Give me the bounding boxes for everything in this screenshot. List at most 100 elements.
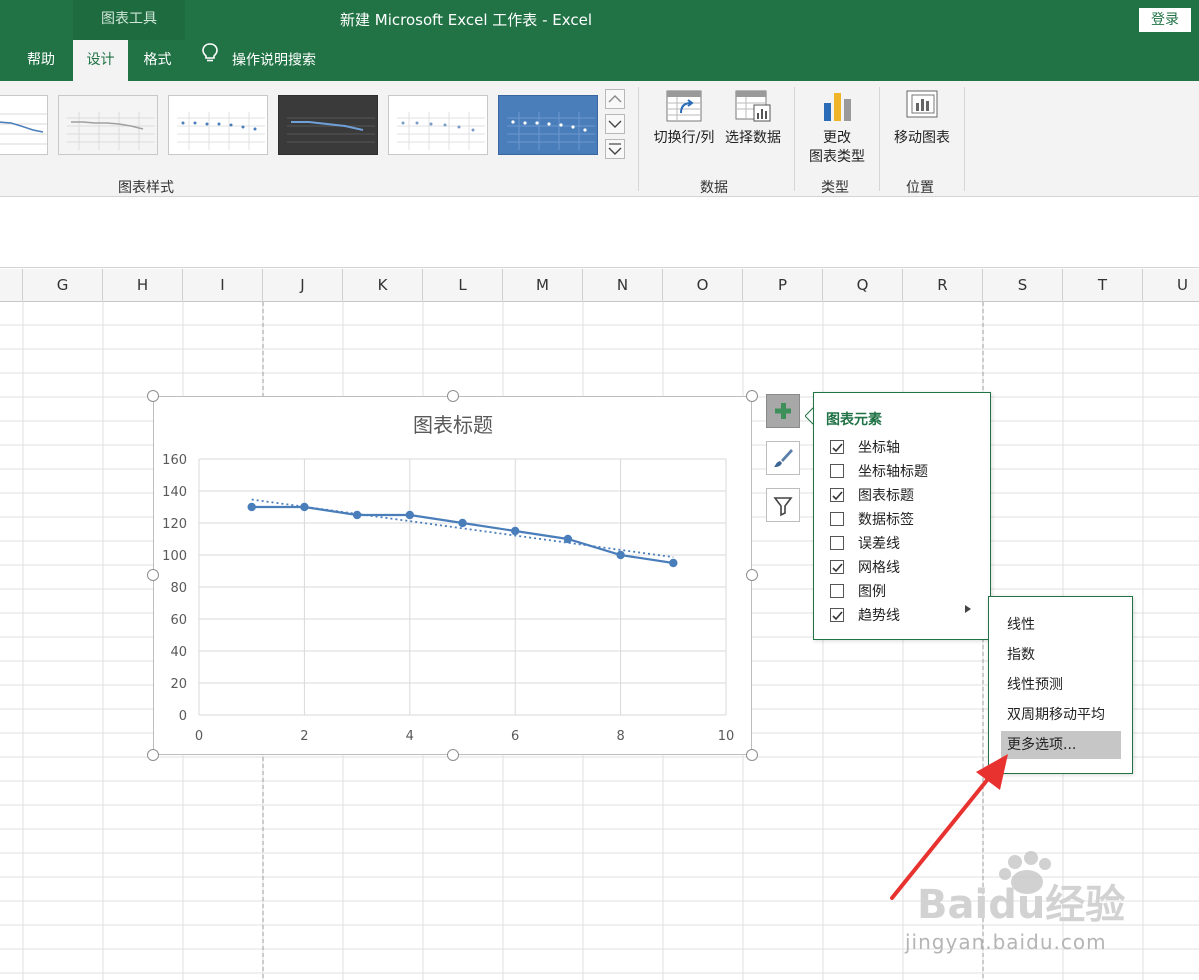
menu-item-exponential[interactable]: 指数: [1001, 641, 1121, 669]
checkbox-unchecked[interactable]: [830, 584, 844, 598]
chart-object[interactable]: 图表标题 0 20 40 60 80 100 120 140 160 0 2 4 6 8 10: [153, 396, 752, 755]
resize-handle[interactable]: [746, 569, 758, 581]
data-point: [352, 510, 362, 520]
gallery-scroll-up-button[interactable]: [605, 89, 625, 109]
group-label-data: 数据: [700, 180, 728, 196]
x-tick-label: 10: [718, 729, 735, 744]
plus-icon: [775, 403, 791, 419]
column-header[interactable]: J: [263, 269, 343, 302]
data-point: [669, 558, 678, 568]
option-trendline[interactable]: 趋势线: [830, 605, 900, 625]
option-data-labels[interactable]: 数据标签: [830, 509, 914, 529]
switch-row-column-label: 切换行/列: [653, 130, 715, 146]
column-header[interactable]: S: [983, 269, 1063, 302]
group-label-type: 类型: [821, 180, 849, 196]
tab-help[interactable]: 帮助: [12, 40, 70, 81]
column-header[interactable]: [0, 269, 23, 302]
y-tick-label: 40: [170, 645, 187, 660]
data-point: [458, 518, 467, 528]
y-tick-label: 0: [179, 709, 187, 724]
resize-handle[interactable]: [147, 569, 159, 581]
chart-elements-title: 图表元素: [826, 412, 882, 428]
checkbox-checked[interactable]: [830, 440, 844, 454]
resize-handle[interactable]: [447, 390, 459, 402]
chart-style-thumbnail[interactable]: [168, 95, 268, 155]
column-header[interactable]: T: [1063, 269, 1143, 302]
checkbox-checked[interactable]: [830, 488, 844, 502]
column-header[interactable]: N: [583, 269, 663, 302]
option-label: 误差线: [858, 536, 900, 552]
column-header[interactable]: R: [903, 269, 983, 302]
checkbox-unchecked[interactable]: [830, 512, 844, 526]
gallery-scroll-down-button[interactable]: [605, 114, 625, 134]
ribbon-tab-row: 帮助 设计 格式 操作说明搜索: [0, 40, 1199, 81]
menu-item-moving-average[interactable]: 双周期移动平均: [1001, 701, 1121, 729]
checkbox-unchecked[interactable]: [830, 536, 844, 550]
option-axes[interactable]: 坐标轴: [830, 437, 900, 457]
chart-style-thumbnail[interactable]: [498, 95, 598, 155]
watermark-url: jingyan.baidu.com: [905, 930, 1107, 954]
y-tick-label: 140: [162, 485, 187, 500]
chart-elements-button[interactable]: [766, 394, 800, 428]
resize-handle[interactable]: [147, 390, 159, 402]
column-header[interactable]: P: [743, 269, 823, 302]
option-error-bars[interactable]: 误差线: [830, 533, 900, 553]
watermark-brand: Baidu经验: [917, 882, 1125, 928]
chart-style-thumbnail[interactable]: [58, 95, 158, 155]
y-tick-label: 160: [162, 453, 187, 468]
change-chart-type-button[interactable]: 更改 图表类型: [804, 89, 870, 167]
y-tick-label: 20: [170, 677, 187, 692]
submenu-arrow-icon[interactable]: [964, 604, 972, 614]
chart-title[interactable]: 图表标题: [413, 413, 493, 437]
column-header[interactable]: O: [663, 269, 743, 302]
tab-design[interactable]: 设计: [73, 40, 128, 81]
data-point: [300, 502, 309, 512]
column-header[interactable]: Q: [823, 269, 903, 302]
move-chart-button[interactable]: 移动图表: [888, 89, 956, 148]
x-tick-label: 6: [511, 729, 519, 744]
tab-format[interactable]: 格式: [130, 40, 185, 81]
login-button[interactable]: 登录: [1139, 8, 1191, 32]
option-label: 图例: [858, 584, 886, 600]
resize-handle[interactable]: [746, 749, 758, 761]
select-data-button[interactable]: 选择数据: [720, 89, 786, 148]
chart-style-thumbnail[interactable]: [0, 95, 48, 155]
checkbox-checked[interactable]: [830, 560, 844, 574]
menu-item-linear-forecast[interactable]: 线性预测: [1001, 671, 1121, 699]
formula-bar[interactable]: [0, 198, 1199, 268]
option-gridlines[interactable]: 网格线: [830, 557, 900, 577]
y-tick-label: 60: [170, 613, 187, 628]
resize-handle[interactable]: [746, 390, 758, 402]
checkbox-unchecked[interactable]: [830, 464, 844, 478]
column-header[interactable]: M: [503, 269, 583, 302]
column-header[interactable]: U: [1143, 269, 1199, 302]
switch-row-column-button[interactable]: 切换行/列: [650, 89, 718, 148]
option-axis-titles[interactable]: 坐标轴标题: [830, 461, 928, 481]
data-point: [563, 534, 573, 544]
chart-style-thumbnail[interactable]: [388, 95, 488, 155]
resize-handle[interactable]: [147, 749, 159, 761]
x-tick-label: 8: [616, 729, 624, 744]
tell-me-search[interactable]: 操作说明搜索: [200, 40, 316, 81]
column-header[interactable]: I: [183, 269, 263, 302]
chart-style-thumbnail[interactable]: [278, 95, 378, 155]
column-header[interactable]: G: [23, 269, 103, 302]
baidu-jingyan-watermark: Baidu经验: [917, 851, 1125, 928]
window-title: 新建 Microsoft Excel 工作表 - Excel: [340, 11, 592, 29]
group-label-location: 位置: [906, 180, 934, 196]
move-chart-icon: [906, 90, 938, 118]
gallery-more-button[interactable]: [605, 139, 625, 159]
checkbox-checked[interactable]: [830, 608, 844, 622]
column-header[interactable]: L: [423, 269, 503, 302]
group-label-chart-styles: 图表样式: [118, 180, 174, 196]
scatter-chart: 图表标题 0 20 40 60 80 100 120 140 160 0 2 4 6 8 10: [162, 413, 735, 744]
menu-item-linear[interactable]: 线性: [1001, 611, 1121, 639]
option-legend[interactable]: 图例: [830, 581, 886, 601]
chart-filters-button[interactable]: [766, 488, 800, 522]
option-chart-title[interactable]: 图表标题: [830, 485, 914, 505]
column-header[interactable]: K: [343, 269, 423, 302]
resize-handle[interactable]: [447, 749, 459, 761]
chart-styles-button[interactable]: [766, 441, 800, 475]
title-bar: 图表工具 新建 Microsoft Excel 工作表 - Excel 登录: [0, 0, 1199, 40]
column-header[interactable]: H: [103, 269, 183, 302]
